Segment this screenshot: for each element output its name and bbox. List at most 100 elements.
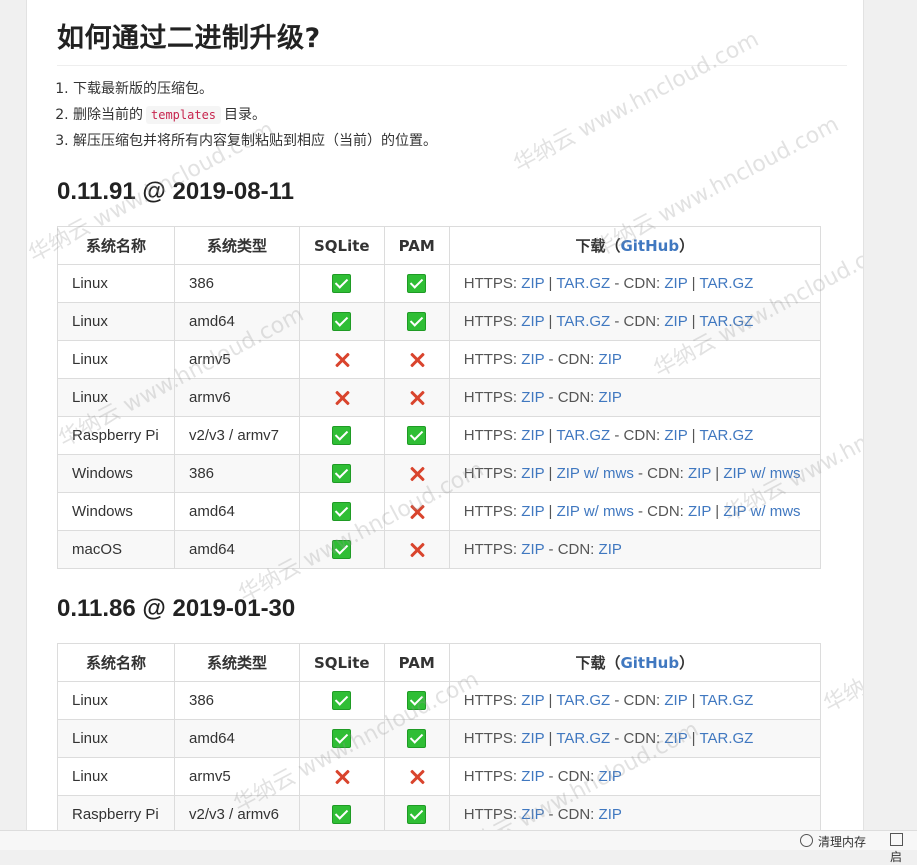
header-sqlite: SQLite (299, 226, 385, 265)
check-icon (332, 805, 352, 824)
download-link[interactable]: ZIP (521, 806, 544, 823)
cell-pam (383, 454, 450, 493)
download-label: 下载 (575, 654, 606, 672)
download-label: - CDN: (610, 692, 665, 709)
download-link[interactable]: ZIP (599, 806, 622, 823)
table-row: Windows 386 HTTPS: ZIP | ZIP w/ mws - CDN:… (57, 454, 821, 493)
download-link[interactable]: ZIP (664, 730, 687, 747)
cell-system-type: v2/v3 / armv7 (174, 416, 300, 455)
upgrade-steps-list: 下载最新版的压缩包。 删除当前的templates目录。 解压压缩包并将所有内容… (57, 76, 437, 154)
step-item: 下载最新版的压缩包。 (73, 76, 437, 102)
cell-pam (383, 340, 450, 379)
github-link[interactable]: GitHub (620, 654, 679, 672)
table-row: Linux amd64 HTTPS: ZIP | TAR.GZ - CDN: ZIP… (57, 302, 821, 341)
download-link[interactable]: ZIP (664, 692, 687, 709)
check-icon (332, 729, 352, 748)
header-type: 系统类型 (174, 226, 300, 265)
download-label: 下载 (575, 237, 606, 255)
cell-sqlite (299, 795, 385, 830)
release-table: 系统名称 系统类型 SQLite PAM 下载（GitHub） Linux 386… (57, 226, 821, 569)
status-extra-button[interactable]: 启 (890, 833, 917, 865)
download-link[interactable]: ZIP (521, 389, 544, 406)
cell-system-type: amd64 (174, 530, 300, 569)
header-type: 系统类型 (174, 643, 300, 682)
cell-system-name: macOS (57, 530, 175, 569)
download-link[interactable]: ZIP (688, 465, 711, 482)
download-link[interactable]: TAR.GZ (699, 275, 753, 292)
status-bar: 清理内存 启 (0, 830, 917, 864)
cell-sqlite (299, 530, 385, 569)
download-label: HTTPS: (463, 313, 522, 330)
cell-system-name: Raspberry Pi (57, 416, 175, 455)
download-link[interactable]: ZIP (521, 465, 544, 482)
cell-download: HTTPS: ZIP | TAR.GZ - CDN: ZIP | TAR.GZ (448, 302, 821, 341)
download-link[interactable]: ZIP (599, 541, 622, 558)
release-table-body: Linux 386 HTTPS: ZIP | TAR.GZ - CDN: ZIP |… (57, 681, 821, 830)
table-row: Linux armv5 HTTPS: ZIP - CDN: ZIP (57, 757, 821, 796)
download-link[interactable]: ZIP (664, 313, 687, 330)
download-link[interactable]: ZIP w/ mws (557, 465, 634, 482)
cell-system-type: amd64 (174, 492, 300, 531)
download-link[interactable]: ZIP w/ mws (557, 503, 634, 520)
download-link[interactable]: TAR.GZ (556, 275, 610, 292)
download-link[interactable]: ZIP (599, 351, 622, 368)
cell-system-name: Linux (57, 681, 175, 720)
download-link[interactable]: TAR.GZ (556, 313, 610, 330)
page-container: 如何通过二进制升级? 下载最新版的压缩包。 删除当前的templates目录。 … (26, 0, 864, 830)
cell-system-name: Linux (57, 264, 175, 303)
clear-memory-button[interactable]: 清理内存 (800, 833, 866, 850)
download-link[interactable]: ZIP (664, 275, 687, 292)
download-label: HTTPS: (463, 465, 522, 482)
cell-download: HTTPS: ZIP - CDN: ZIP (448, 795, 821, 830)
download-link[interactable]: ZIP (521, 351, 544, 368)
download-link[interactable]: ZIP w/ mws (723, 465, 800, 482)
download-link[interactable]: ZIP (521, 768, 544, 785)
download-link[interactable]: TAR.GZ (699, 730, 753, 747)
download-label: - CDN: (544, 541, 599, 558)
download-link[interactable]: TAR.GZ (556, 692, 610, 709)
download-link[interactable]: ZIP (688, 503, 711, 520)
download-link[interactable]: TAR.GZ (556, 730, 610, 747)
download-label: | (544, 313, 557, 330)
download-link[interactable]: ZIP w/ mws (723, 503, 800, 520)
cross-icon (408, 768, 426, 786)
table-row: Raspberry Pi v2/v3 / armv6 HTTPS: ZIP - CD… (57, 795, 821, 830)
cell-pam (383, 719, 450, 758)
download-link[interactable]: ZIP (599, 768, 622, 785)
download-label: | (687, 692, 700, 709)
cell-system-name: Linux (57, 378, 175, 417)
table-header-row: 系统名称 系统类型 SQLite PAM 下载（GitHub） (57, 643, 821, 682)
cell-system-type: 386 (174, 681, 300, 720)
download-link[interactable]: ZIP (599, 389, 622, 406)
download-link[interactable]: ZIP (521, 503, 544, 520)
github-link[interactable]: GitHub (620, 237, 679, 255)
cell-system-type: armv5 (174, 757, 300, 796)
download-link[interactable]: TAR.GZ (556, 427, 610, 444)
cross-icon (408, 351, 426, 369)
watermark-text: 华纳云 www.hncloud.com (819, 567, 864, 718)
download-label: - CDN: (610, 275, 665, 292)
cell-pam (383, 757, 450, 796)
download-link[interactable]: TAR.GZ (699, 692, 753, 709)
download-link[interactable]: ZIP (521, 730, 544, 747)
download-label: - CDN: (610, 427, 665, 444)
cell-sqlite (299, 416, 385, 455)
cell-download: HTTPS: ZIP - CDN: ZIP (448, 530, 821, 569)
check-icon (407, 274, 427, 293)
download-link[interactable]: TAR.GZ (699, 313, 753, 330)
header-name: 系统名称 (57, 226, 175, 265)
download-link[interactable]: ZIP (521, 275, 544, 292)
download-link[interactable]: ZIP (521, 692, 544, 709)
cell-sqlite (299, 264, 385, 303)
download-link[interactable]: ZIP (521, 427, 544, 444)
check-icon (332, 426, 352, 445)
header-sqlite: SQLite (299, 643, 385, 682)
cell-sqlite (299, 378, 385, 417)
download-link[interactable]: ZIP (664, 427, 687, 444)
check-icon (407, 729, 427, 748)
step-item: 解压压缩包并将所有内容复制粘贴到相应（当前）的位置。 (73, 128, 437, 154)
download-link[interactable]: ZIP (521, 541, 544, 558)
download-link[interactable]: TAR.GZ (699, 427, 753, 444)
download-link[interactable]: ZIP (521, 313, 544, 330)
download-label: HTTPS: (463, 275, 522, 292)
